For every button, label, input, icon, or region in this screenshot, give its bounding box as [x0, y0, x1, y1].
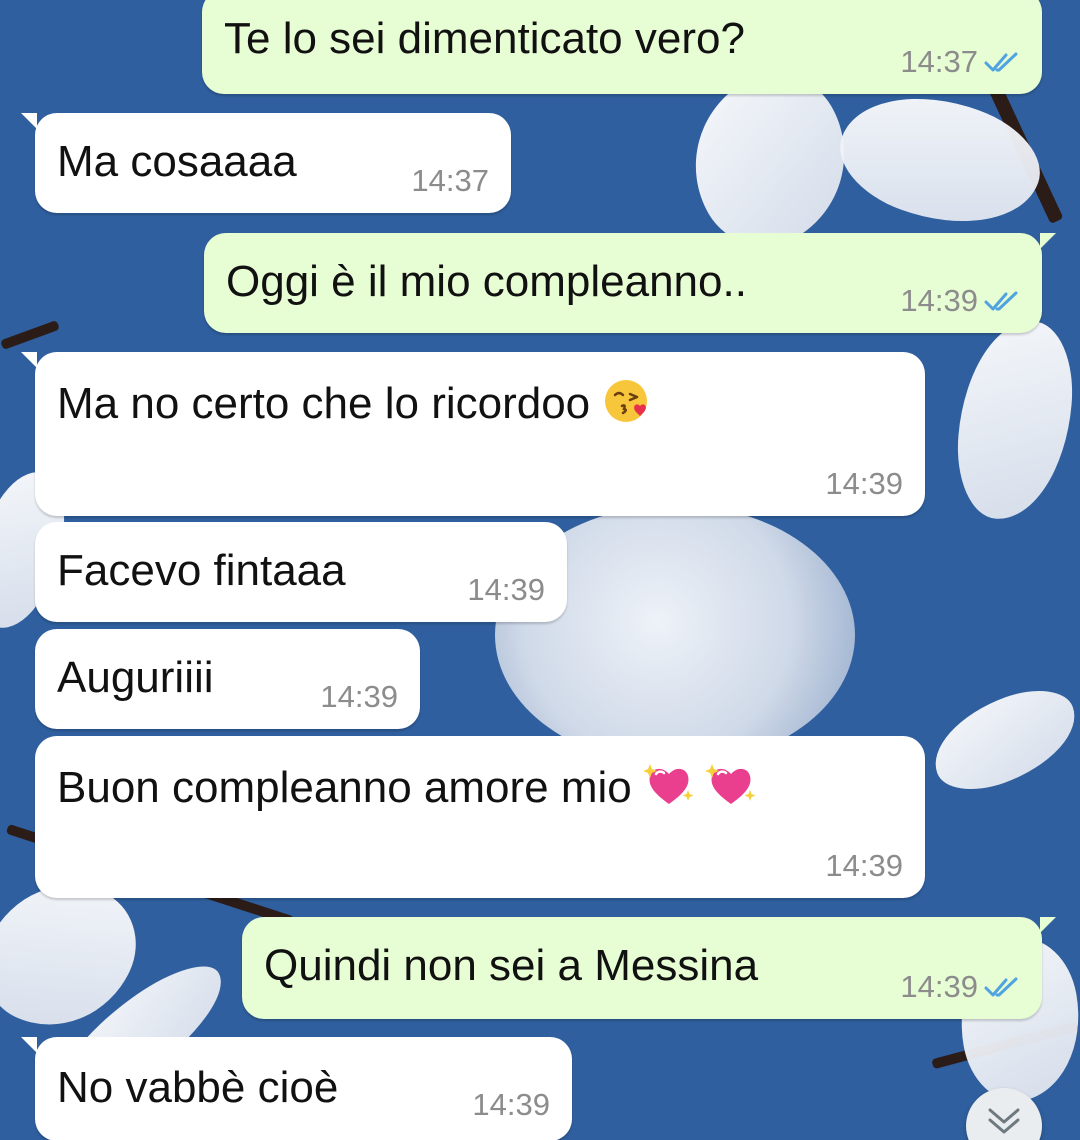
chat-screen: Te lo sei dimenticato vero? 14:37 Ma cos… [0, 0, 1080, 1140]
outgoing-message-bubble[interactable]: Quindi non sei a Messina 14:39 [242, 917, 1056, 1019]
wallpaper-petal [951, 315, 1079, 525]
wallpaper-branch [0, 320, 60, 350]
wallpaper-petal [825, 69, 1055, 251]
message-meta: 14:39 [467, 572, 545, 608]
chevron-double-down-icon [988, 1108, 1020, 1134]
message-meta: 14:39 [900, 283, 1020, 319]
message-time: 14:37 [411, 163, 489, 198]
message-text: Ma cosaaaa [57, 137, 297, 186]
message-meta: 14:39 [900, 969, 1020, 1005]
incoming-message-bubble[interactable]: No vabbè cioè 14:39 [21, 1037, 572, 1140]
message-meta: 14:37 [411, 163, 489, 199]
outgoing-message-bubble[interactable]: Te lo sei dimenticato vero? 14:37 [202, 0, 1042, 94]
message-time: 14:37 [900, 44, 978, 79]
message-text: No vabbè cioè [57, 1063, 339, 1112]
message-time: 14:39 [825, 848, 903, 883]
double-check-icon [984, 291, 1018, 311]
message-content: Buon compleanno amore mio [57, 760, 756, 813]
incoming-message-bubble[interactable]: Ma no certo che lo ricordoo 14:39 [21, 352, 925, 516]
message-meta: 14:39 [320, 679, 398, 715]
message-text: Oggi è il mio compleanno.. [226, 257, 747, 306]
message-text: Te lo sei dimenticato vero? [224, 14, 745, 63]
outgoing-message-bubble[interactable]: Oggi è il mio compleanno.. 14:39 [204, 233, 1056, 333]
message-text: Quindi non sei a Messina [264, 941, 759, 990]
message-text: Auguriiii [57, 653, 214, 702]
message-text: Buon compleanno amore mio [57, 763, 632, 812]
incoming-message-bubble[interactable]: Facevo fintaaa 14:39 [35, 522, 567, 622]
face-blowing-kiss-emoji-icon [605, 380, 648, 422]
message-time: 14:39 [900, 283, 978, 318]
message-time: 14:39 [320, 679, 398, 714]
message-time: 14:39 [472, 1087, 550, 1122]
sparkling-heart-emoji-icon [706, 764, 756, 804]
message-content: Ma no certo che lo ricordoo [57, 376, 652, 429]
message-time: 14:39 [900, 969, 978, 1004]
message-text: Ma no certo che lo ricordoo [57, 379, 591, 428]
sparkling-heart-emoji-icon [644, 764, 694, 804]
message-meta: 14:39 [472, 1087, 550, 1123]
incoming-message-bubble[interactable]: Buon compleanno amore mio 14:39 [35, 736, 925, 898]
message-meta: 14:37 [900, 44, 1020, 80]
message-meta: 14:39 [825, 466, 903, 502]
message-meta: 14:39 [825, 848, 903, 884]
double-check-icon [984, 52, 1018, 72]
message-text: Facevo fintaaa [57, 546, 346, 595]
message-time: 14:39 [825, 466, 903, 501]
wallpaper-petal [920, 676, 1080, 804]
incoming-message-bubble[interactable]: Ma cosaaaa 14:37 [21, 113, 511, 213]
scroll-to-bottom-button[interactable] [966, 1088, 1042, 1140]
double-check-icon [984, 977, 1018, 997]
message-time: 14:39 [467, 572, 545, 607]
incoming-message-bubble[interactable]: Auguriiii 14:39 [35, 629, 420, 729]
